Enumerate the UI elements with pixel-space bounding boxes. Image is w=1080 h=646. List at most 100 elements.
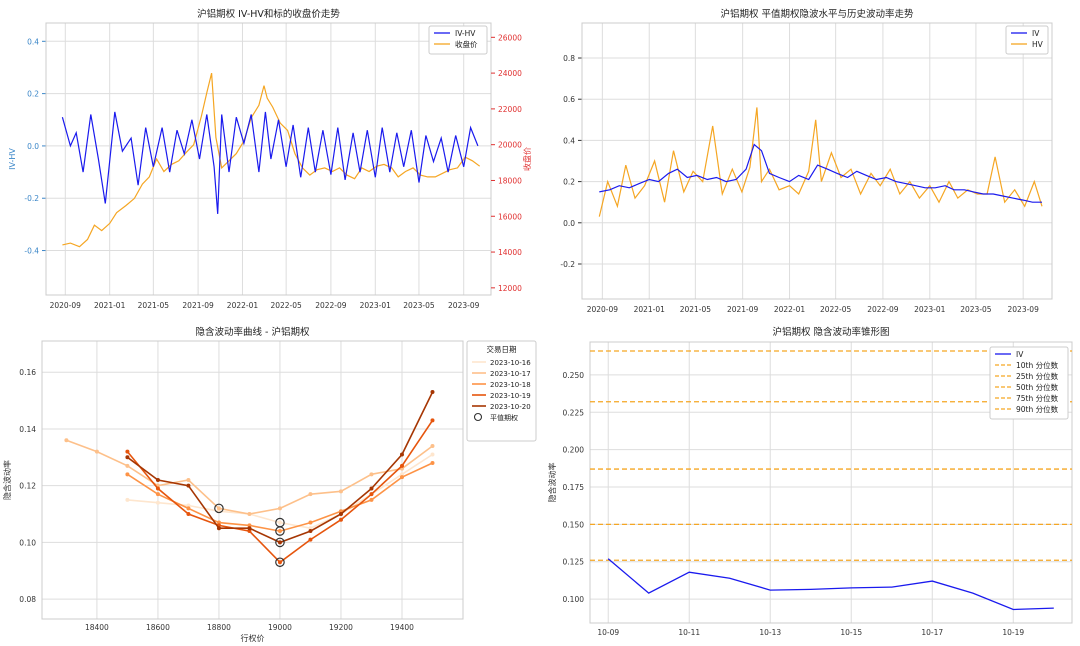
- legend-label: HV: [1032, 40, 1044, 49]
- smile-line-2023-10-17: [66, 439, 433, 515]
- x-tick-label: 2022-01: [227, 301, 259, 310]
- smile-point: [338, 517, 343, 522]
- smile-point: [430, 418, 435, 423]
- y-tick-label: 0.16: [19, 368, 36, 377]
- y-tick-label: 0.125: [563, 558, 585, 567]
- x-tick-label: 10-13: [759, 628, 781, 637]
- y-axis-label: 隐含波动率: [2, 460, 12, 500]
- x-tick-label: 10-17: [921, 628, 943, 637]
- x-tick-label: 10-15: [840, 628, 862, 637]
- y-tick-label: 0.225: [563, 408, 585, 417]
- chart-title: 隐含波动率曲线 - 沪铝期权: [196, 326, 310, 338]
- smile-point: [125, 449, 130, 454]
- legend-label: 2023-10-20: [490, 403, 531, 411]
- smile-point: [430, 460, 435, 465]
- y-tick-label: 0.2: [27, 90, 39, 99]
- smile-point: [155, 500, 160, 505]
- smile-point: [369, 492, 374, 497]
- chart-title: 沪铝期权 IV-HV和标的收盘价走势: [197, 8, 340, 20]
- smile-point: [369, 472, 374, 477]
- y2-tick-label: 24000: [498, 69, 522, 78]
- smile-point: [338, 489, 343, 494]
- x-tick-label: 18600: [146, 623, 170, 632]
- iv-hv-close-price-chart: 沪铝期权 IV-HV和标的收盘价走势 -0.4 -0.2 0.0 0.2 0.4 2020-…: [8, 8, 532, 310]
- y-tick-label: -0.4: [24, 247, 39, 256]
- x-tick-label: 10-19: [1002, 628, 1024, 637]
- x-tick-label: 2023-05: [403, 301, 435, 310]
- smile-point: [399, 452, 404, 457]
- x-tick-label: 2022-05: [820, 305, 852, 314]
- x-tick-label: 19200: [329, 623, 353, 632]
- plot-frame: [581, 22, 1053, 300]
- plot-frame: [41, 340, 464, 620]
- smile-point: [369, 497, 374, 502]
- smile-point: [216, 506, 221, 511]
- legend-label: 10th 分位数: [1016, 360, 1059, 370]
- smile-point: [125, 455, 130, 460]
- legend-label: 2023-10-18: [490, 381, 531, 389]
- y-tick-label: 0.150: [563, 520, 585, 529]
- y-tick-label: 0.175: [563, 483, 585, 492]
- y2-tick-label: 12000: [498, 284, 522, 293]
- y-tick-label: 0.6: [563, 95, 575, 104]
- y-tick-label: 0.250: [563, 371, 585, 380]
- y-tick-label: 0.0: [27, 142, 39, 151]
- dashboard-canvas: 沪铝期权 IV-HV和标的收盘价走势 -0.4 -0.2 0.0 0.2 0.4 2020-…: [0, 0, 1080, 646]
- iv-smile-chart: 隐含波动率曲线 - 沪铝期权 0.08 0.10 0.12 0.14 0.16 18400 1…: [2, 326, 537, 643]
- x-tick-label: 2023-09: [448, 301, 480, 310]
- x-tick-label: 2023-09: [1008, 305, 1040, 314]
- smile-point: [277, 560, 282, 565]
- legend-label: 收盘价: [455, 39, 478, 49]
- x-tick-label: 2021-01: [634, 305, 666, 314]
- x-tick-label: 2022-09: [315, 301, 347, 310]
- smile-point: [155, 492, 160, 497]
- chart-title: 沪铝期权 隐含波动率锥形图: [772, 326, 889, 338]
- y2-tick-label: 16000: [498, 212, 522, 221]
- smile-point: [277, 540, 282, 545]
- smile-point: [277, 529, 282, 534]
- y2-axis-label: 收盘价: [522, 147, 532, 171]
- smile-point: [216, 526, 221, 531]
- x-tick-label: 2021-09: [182, 301, 214, 310]
- x-tick-label: 2020-09: [587, 305, 619, 314]
- x-tick-label: 2023-01: [914, 305, 946, 314]
- y-tick-label: 0.2: [563, 178, 575, 187]
- x-tick-label: 2021-05: [680, 305, 712, 314]
- smile-point: [430, 390, 435, 395]
- x-tick-label: 2021-01: [94, 301, 126, 310]
- legend-label: 2023-10-17: [490, 370, 531, 378]
- y-tick-label: 0.8: [563, 54, 575, 63]
- smile-point: [277, 506, 282, 511]
- y2-tick-label: 22000: [498, 105, 522, 114]
- smile-point: [308, 537, 313, 542]
- atm-iv-hv-trend-chart: 沪铝期权 平值期权隐波水平与历史波动率走势 -0.2 0.0 0.2 0.4 0.6 0.8…: [560, 8, 1053, 314]
- smile-point: [369, 486, 374, 491]
- x-tick-label: 2022-09: [867, 305, 899, 314]
- legend-label: 2023-10-16: [490, 359, 531, 367]
- iv-cone-chart: 沪铝期权 隐含波动率锥形图 0.100 0.125 0.150 0.175 0.200 0.…: [547, 326, 1073, 637]
- legend-label: 50th 分位数: [1016, 382, 1059, 392]
- legend-label: IV-HV: [455, 29, 476, 38]
- smile-point: [94, 449, 99, 454]
- smile-point: [125, 472, 130, 477]
- smile-point: [399, 475, 404, 480]
- y-tick-label: 0.4: [563, 136, 575, 145]
- smile-point: [64, 438, 69, 443]
- smile-point: [155, 486, 160, 491]
- smile-point: [338, 512, 343, 517]
- legend-label: 75th 分位数: [1016, 393, 1059, 403]
- iv-line: [607, 558, 1054, 611]
- y2-tick-label: 26000: [498, 33, 522, 42]
- y2-tick-label: 14000: [498, 248, 522, 257]
- smile-point: [308, 520, 313, 525]
- smile-point: [277, 520, 282, 525]
- legend-label: 平值期权: [490, 413, 518, 422]
- smile-point: [399, 463, 404, 468]
- x-tick-label: 18400: [85, 623, 109, 632]
- legend-title: 交易日期: [487, 344, 517, 354]
- x-tick-label: 2023-05: [960, 305, 992, 314]
- smile-point: [247, 526, 252, 531]
- x-tick-label: 10-11: [678, 628, 700, 637]
- smile-point: [308, 529, 313, 534]
- x-tick-label: 2022-01: [774, 305, 806, 314]
